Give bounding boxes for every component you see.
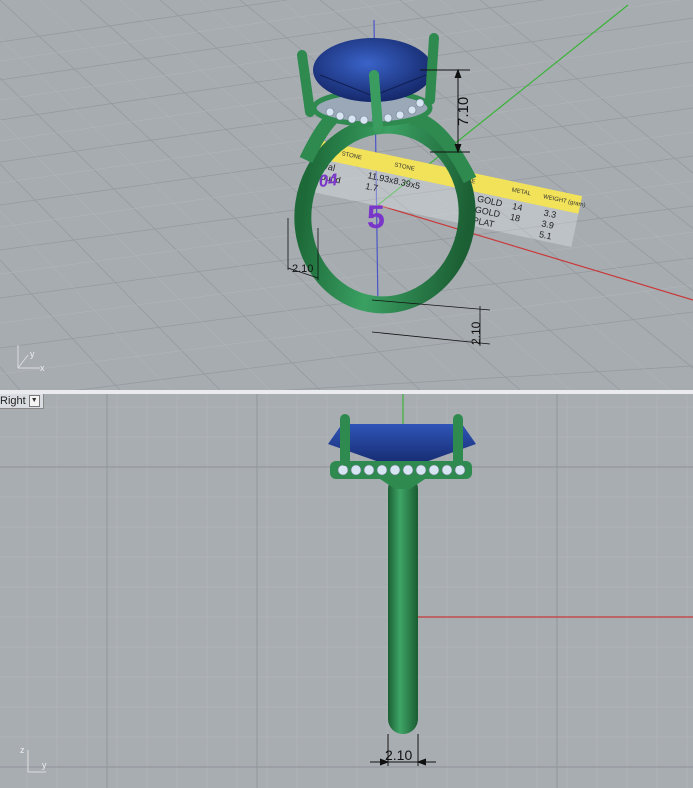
prong-back-right (425, 33, 439, 105)
right-canvas: 2.10 z y (0, 394, 693, 788)
right-viewport[interactable]: 2.10 z y (0, 394, 693, 788)
axis-gizmo-perspective (17, 345, 40, 369)
prong-right-side (453, 414, 463, 466)
prong-front-left (369, 70, 383, 133)
gizmo-x-label: x (40, 363, 45, 373)
table-cell-karat18: 18 (509, 212, 521, 224)
right-viewport-title[interactable]: Right ▼ (0, 394, 44, 409)
gizmo-right-y-label: y (42, 760, 47, 770)
ring-size-label: 5 (367, 199, 385, 235)
viewport-menu-caret-icon[interactable]: ▼ (28, 395, 40, 407)
prong-left-side (340, 414, 350, 466)
ring-model-right (328, 414, 476, 734)
gizmo-z-label: z (20, 745, 25, 755)
dimension-shank-right-text: 2.10 (469, 321, 483, 345)
dimension-width-text: 2.10 (385, 747, 412, 763)
dimension-shank-left-text: 2.10 (292, 263, 313, 275)
perspective-canvas: STONE STONE STONE METAL WEIGHT (gram) Ov… (0, 0, 693, 390)
viewport-name: Right (0, 395, 26, 407)
shank-side (388, 474, 418, 734)
prong-back-left (297, 50, 315, 117)
dimension-height-text: 7.10 (455, 97, 472, 126)
gizmo-y-label: y (30, 349, 35, 359)
perspective-viewport[interactable]: STONE STONE STONE METAL WEIGHT (gram) Ov… (0, 0, 693, 390)
table-cell-karat14: 14 (512, 201, 524, 213)
